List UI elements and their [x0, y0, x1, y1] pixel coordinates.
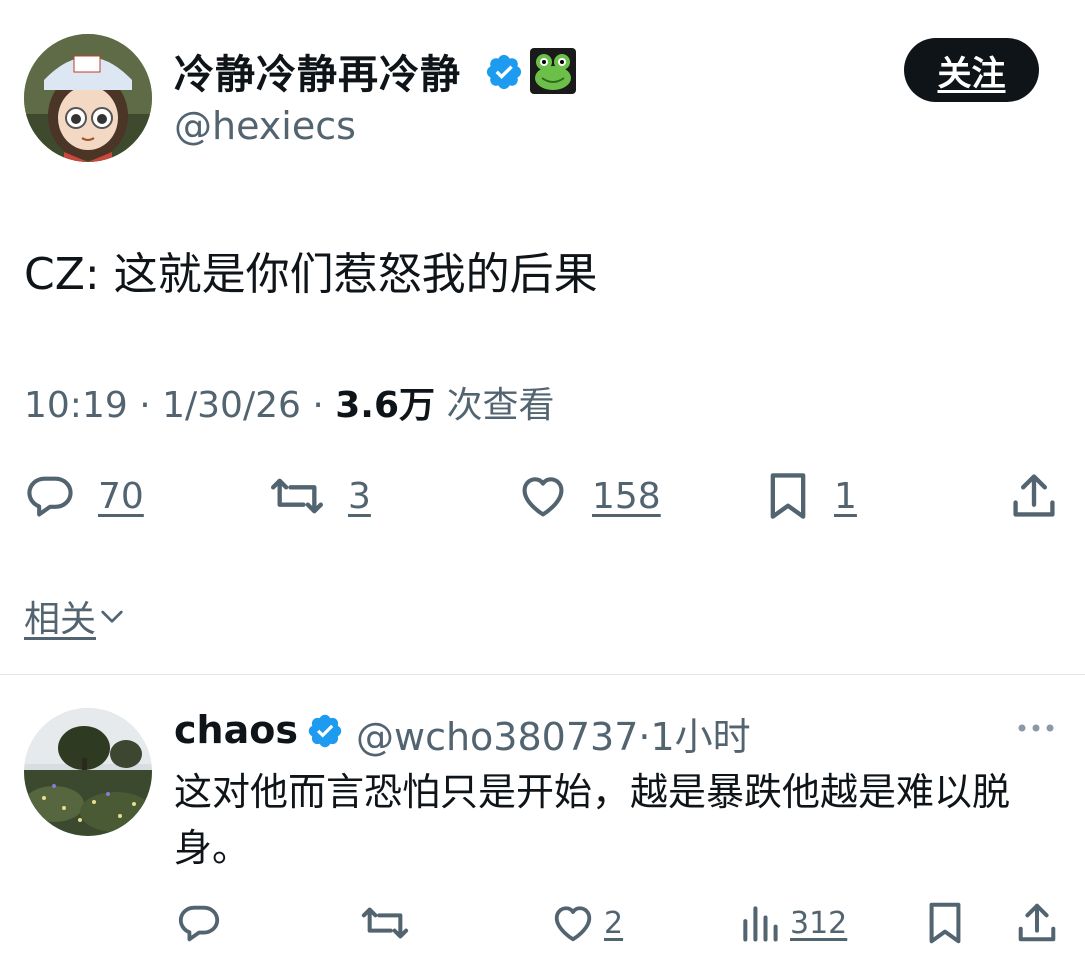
meta-separator: ·	[312, 385, 324, 426]
heart-icon	[554, 906, 592, 942]
follow-button[interactable]: 关注	[904, 38, 1039, 102]
reply-reply-action[interactable]	[176, 900, 222, 946]
retweet-action[interactable]: 3	[268, 470, 371, 522]
heart-icon	[522, 477, 564, 517]
share-icon	[1013, 474, 1055, 517]
reply-icon	[27, 476, 73, 517]
like-count[interactable]: 158	[592, 476, 661, 517]
reply-icon	[178, 905, 220, 942]
reply-count[interactable]: 70	[98, 476, 144, 517]
views-count: 3.6万	[335, 385, 436, 426]
section-divider	[0, 674, 1085, 675]
share-action[interactable]	[1008, 470, 1060, 522]
tweet-date[interactable]: 1/30/26	[162, 385, 301, 426]
verified-badge-icon	[484, 52, 524, 92]
reply-retweet-action[interactable]	[360, 900, 410, 946]
frog-emoji-icon	[530, 48, 576, 94]
reply-views-action[interactable]: 312	[738, 900, 847, 946]
reply-handle-line: @wcho380737·1小时	[356, 706, 751, 761]
views-label: 次查看	[446, 385, 555, 426]
tweet-text: CZ: 这就是你们惹怒我的后果	[24, 249, 598, 300]
reply-time[interactable]: 1小时	[650, 715, 750, 759]
reply-action[interactable]: 70	[24, 470, 144, 522]
author-handle[interactable]: @hexiecs	[174, 104, 356, 148]
chevron-down-icon	[101, 610, 123, 623]
author-avatar[interactable]	[24, 34, 152, 162]
bookmark-icon	[929, 902, 961, 944]
bookmark-count[interactable]: 1	[834, 476, 857, 517]
reply-like-action[interactable]: 2	[550, 900, 623, 946]
share-icon	[1018, 903, 1056, 942]
like-action[interactable]: 158	[516, 470, 661, 522]
reply-share-action[interactable]	[1014, 900, 1060, 946]
reply-author-handle[interactable]: @wcho380737	[356, 715, 638, 759]
retweet-count[interactable]: 3	[348, 476, 371, 517]
bookmark-icon	[770, 473, 806, 519]
reply-author-name[interactable]: chaos	[174, 708, 298, 752]
reply-separator: ·	[638, 715, 651, 759]
related-label: 相关	[24, 599, 97, 640]
reply-author-avatar[interactable]	[24, 708, 152, 836]
tweet-meta: 10:19 · 1/30/26 · 3.6万 次查看	[24, 376, 555, 428]
more-options-icon[interactable]	[1014, 714, 1058, 742]
avatar-illustration	[24, 34, 152, 162]
reply-bookmark-action[interactable]	[924, 900, 966, 946]
retweet-icon	[361, 907, 409, 939]
reply-like-count[interactable]: 2	[604, 906, 623, 941]
bookmark-action[interactable]: 1	[764, 470, 857, 522]
avatar-landscape-photo	[24, 708, 152, 836]
tweet-time[interactable]: 10:19	[24, 385, 128, 426]
meta-separator: ·	[139, 385, 151, 426]
reply-view-count[interactable]: 312	[790, 906, 847, 941]
retweet-icon	[270, 478, 323, 514]
analytics-icon	[743, 906, 778, 942]
author-display-name[interactable]: 冷静冷静再冷静	[174, 42, 461, 100]
related-toggle[interactable]: 相关	[24, 590, 128, 642]
verified-badge-icon	[306, 712, 344, 750]
reply-text: 这对他而言恐怕只是开始，越是暴跌他越是难以脱身。	[174, 770, 1011, 870]
